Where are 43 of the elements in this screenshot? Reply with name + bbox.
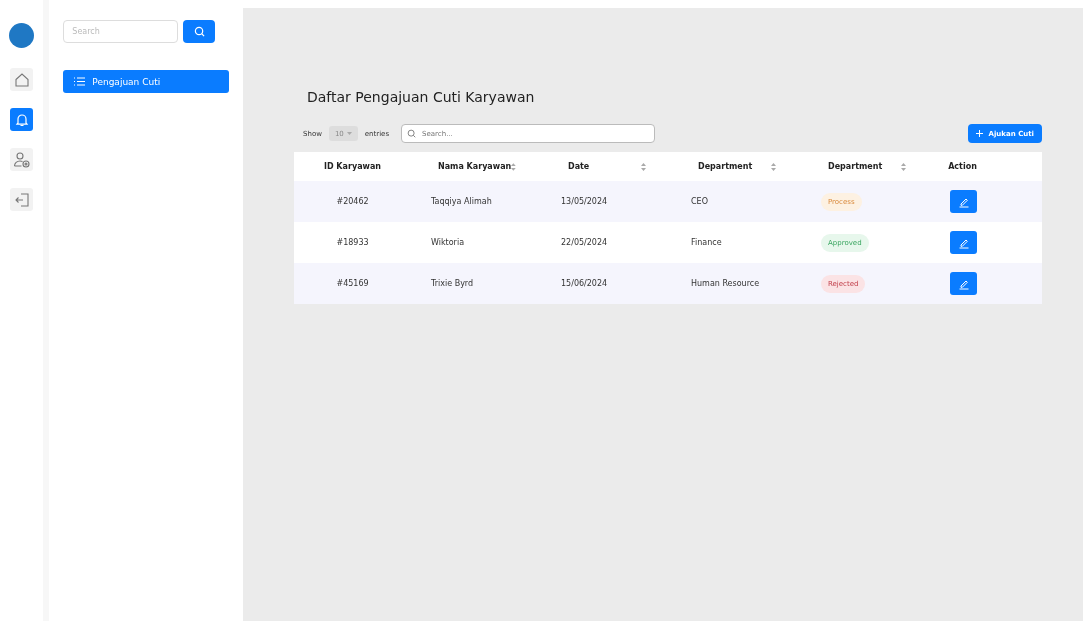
nav-button[interactable] — [10, 108, 34, 131]
search-button[interactable] — [183, 20, 216, 43]
edit-button[interactable] — [950, 190, 977, 213]
sort-icon[interactable] — [641, 162, 646, 171]
column-header: Department — [828, 162, 883, 171]
table-cell: Wiktoria — [431, 238, 465, 247]
table-cell: Trixie Byrd — [431, 279, 474, 288]
list-icon — [74, 77, 86, 86]
table-cell: #45169 — [336, 279, 369, 288]
sidebar-item[interactable]: Pengajuan Cuti — [63, 70, 229, 93]
avatar[interactable] — [9, 23, 35, 48]
nav-button[interactable] — [10, 68, 34, 91]
user-settings-icon — [12, 150, 31, 169]
search-icon — [193, 26, 205, 37]
edit-button[interactable] — [950, 272, 977, 295]
table-cell: 22/05/2024 — [561, 238, 608, 247]
home-icon — [13, 71, 30, 88]
sort-icon[interactable] — [511, 162, 516, 171]
sort-icon[interactable] — [771, 162, 776, 171]
column-header: ID Karyawan — [323, 162, 381, 171]
search-icon — [407, 129, 417, 138]
table-cell: #18933 — [336, 238, 369, 247]
table-cell: 13/05/2024 — [561, 197, 608, 206]
search-field[interactable]: Search — [63, 20, 179, 43]
bell-icon — [13, 111, 30, 128]
column-header: Date — [568, 162, 590, 171]
table-cell: #20462 — [336, 197, 369, 206]
plus-icon — [975, 130, 983, 137]
logout-icon — [13, 191, 30, 208]
table-cell: Human Resource — [691, 279, 760, 288]
column-header: Nama Karyawan — [438, 162, 512, 171]
sort-icon[interactable] — [901, 162, 906, 171]
table-cell: 15/06/2024 — [561, 279, 608, 288]
table-cell: CEO — [691, 197, 708, 206]
page-title: Daftar Pengajuan Cuti Karyawan — [307, 89, 536, 105]
edit-button[interactable] — [950, 231, 977, 254]
column-header: Department — [698, 162, 753, 171]
column-header: Action — [948, 162, 977, 171]
nav-button[interactable] — [10, 148, 34, 171]
table-cell: Taqqiya Alimah — [431, 197, 492, 206]
table-cell: Finance — [691, 238, 722, 247]
nav-button[interactable] — [10, 188, 34, 211]
caret-icon — [346, 132, 352, 135]
